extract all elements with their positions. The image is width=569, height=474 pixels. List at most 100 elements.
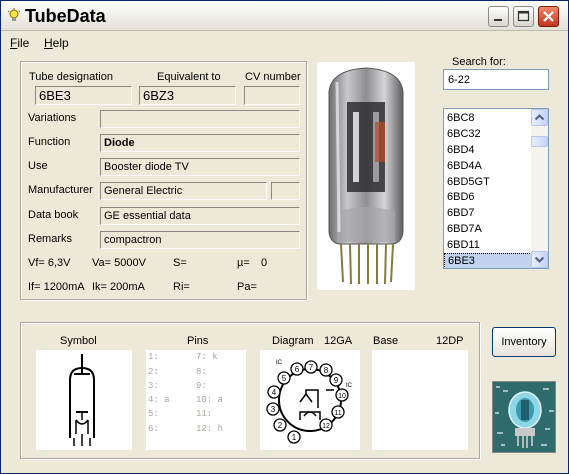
use-field[interactable]: Booster diode TV	[100, 158, 300, 176]
scroll-thumb[interactable]	[531, 136, 548, 147]
list-item[interactable]: 6BD4A	[444, 158, 532, 174]
variations-field[interactable]	[100, 110, 300, 128]
diagram-pin-number: 7	[309, 363, 314, 372]
pa-value: Pa=	[237, 281, 257, 293]
diagram-pin-number: 11	[334, 410, 341, 417]
diagram-ic-label: IC	[276, 360, 283, 366]
diagram-box: 1 2 3 4 5 6 7 8 9 10 11 12 IC IC	[260, 350, 360, 450]
pin-2: 2:	[148, 367, 159, 377]
maximize-button[interactable]	[513, 6, 534, 27]
pin-8: 8:	[196, 367, 207, 377]
list-item[interactable]: 6BD6	[444, 189, 532, 205]
diagram-pin-number: 5	[282, 374, 287, 383]
designation-field[interactable]: 6BE3	[35, 86, 132, 105]
manufacturer-label: Manufacturer	[28, 184, 93, 196]
list-item[interactable]: 6BC8	[444, 110, 532, 126]
cv-number-label: CV number	[245, 71, 301, 83]
pin-10: 10: a	[196, 395, 224, 405]
list-item[interactable]: 6BD4	[444, 142, 532, 158]
list-item[interactable]: 6BD7	[444, 205, 532, 221]
diode-tube-symbol	[69, 354, 95, 446]
databook-field[interactable]: GE essential data	[100, 207, 300, 225]
diagram-pin-number: 6	[295, 365, 300, 374]
ik-value: Ik= 200mA	[92, 281, 145, 293]
pin-diagram: 123456 7 89101112ICIC	[266, 360, 353, 444]
pins-box: 1: 2: 3: 4: a 5: 6: 7: k 8: 9: 10: a 11:…	[146, 350, 246, 450]
diagram-pin-number: 3	[271, 405, 276, 414]
search-input[interactable]	[443, 69, 549, 90]
vf-value: Vf= 6,3V	[28, 257, 71, 269]
list-item[interactable]: 6BD5GT	[444, 174, 532, 190]
pin-9: 9:	[196, 381, 207, 391]
equivalent-label: Equivalent to	[157, 71, 221, 83]
diagram-pin-number: 1	[292, 433, 297, 442]
app-window: TubeData File Help Tube designation Equi…	[0, 0, 569, 474]
base-label: Base	[373, 335, 399, 347]
mu-label: µ=	[237, 257, 250, 269]
cv-number-field[interactable]	[244, 86, 300, 105]
list-scrollbar[interactable]	[531, 109, 548, 268]
function-field[interactable]: Diode	[100, 134, 300, 152]
list-item[interactable]: 6BD11	[444, 237, 532, 253]
diagram-pin-number: 4	[272, 388, 277, 397]
close-icon	[543, 11, 554, 22]
equivalent-field[interactable]: 6BZ3	[139, 86, 236, 105]
pin-3: 3:	[148, 381, 159, 391]
minimize-button[interactable]	[488, 6, 509, 27]
s-value: S=	[173, 257, 187, 269]
tube-photo	[317, 62, 415, 290]
title-bar[interactable]: TubeData	[1, 1, 568, 31]
close-button[interactable]	[538, 6, 559, 27]
list-item[interactable]: 6BD7A	[444, 221, 532, 237]
remarks-field[interactable]: compactron	[100, 231, 300, 249]
base-box	[372, 350, 468, 450]
pin-7: 7: k	[196, 352, 218, 362]
arrow-up-icon	[534, 114, 545, 121]
use-label: Use	[28, 160, 48, 172]
scroll-down-button[interactable]	[531, 251, 548, 268]
scroll-up-button[interactable]	[531, 109, 548, 126]
function-label: Function	[28, 136, 71, 148]
pins-label: Pins	[187, 335, 209, 347]
pin-6: 6:	[148, 424, 159, 434]
lightbulb-icon	[7, 8, 21, 21]
variations-label: Variations	[28, 112, 77, 124]
diagram-code: 12GA	[324, 335, 353, 347]
manufacturer-field[interactable]: General Electric	[100, 182, 267, 200]
pin-4: 4: a	[148, 395, 170, 405]
diagram-pin-number: 12	[322, 423, 330, 430]
maximize-icon	[517, 10, 530, 22]
symbol-label: Symbol	[60, 335, 97, 347]
va-value: Va= 5000V	[92, 257, 146, 269]
pin-11: 11:	[196, 409, 213, 419]
window-title: TubeData	[25, 6, 106, 26]
diagram-pin-number: 2	[278, 421, 283, 430]
minimize-icon	[494, 19, 502, 21]
remarks-label: Remarks	[28, 233, 73, 245]
diagram-label: Diagram	[272, 335, 314, 347]
list-item[interactable]: 6BC32	[444, 126, 532, 142]
list-item[interactable]: 6BE3	[444, 253, 532, 268]
search-label: Search for:	[452, 56, 506, 68]
mu-value: 0	[261, 257, 268, 269]
if-value: If= 1200mA	[28, 281, 85, 293]
diagram-pin-number: 8	[324, 366, 329, 375]
menu-file[interactable]: File	[10, 36, 29, 50]
databook-label: Data book	[28, 209, 79, 221]
menu-help[interactable]: Help	[44, 36, 69, 50]
tube-list: 6BC8 6BC32 6BD4 6BD4A 6BD5GT 6BD6 6BD7 6BD7A 6BD…	[444, 110, 532, 268]
base-code: 12DP	[436, 335, 464, 347]
pin-12: 12: h	[196, 424, 224, 434]
ri-value: Ri=	[173, 281, 190, 293]
tube-listbox[interactable]: 6BC8 6BC32 6BD4 6BD4A 6BD5GT 6BD6 6BD7 6BD7A 6BD…	[443, 108, 549, 269]
arrow-down-icon	[534, 256, 545, 263]
manufacturer-code-field[interactable]	[271, 182, 300, 200]
diagram-ic-label: IC	[346, 383, 353, 389]
symbol-box	[36, 350, 132, 450]
menu-bar: File Help	[1, 32, 568, 52]
designation-label: Tube designation	[29, 71, 113, 83]
diagram-pin-number: 10	[338, 393, 346, 400]
diagram-pin-number: 9	[334, 376, 339, 385]
pin-1: 1:	[148, 352, 159, 362]
inventory-button[interactable]: Inventory	[492, 327, 556, 357]
